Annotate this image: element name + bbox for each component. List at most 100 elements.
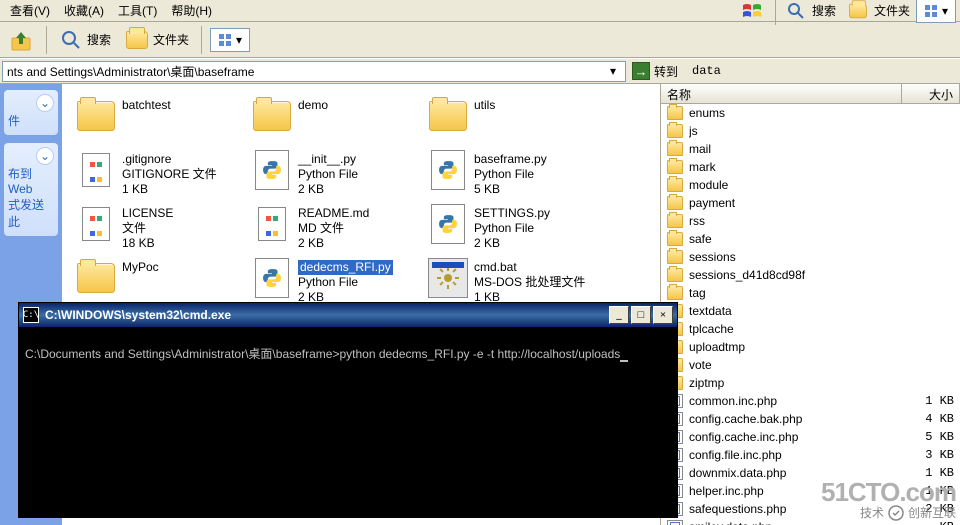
- folders-label: 文件夹: [153, 31, 189, 48]
- task-send: 式发送此: [8, 196, 54, 230]
- go-button[interactable]: → 转到: [632, 62, 678, 80]
- item-name: enums: [689, 106, 896, 120]
- right-view-selector[interactable]: ▾: [916, 0, 956, 23]
- py-icon: [428, 204, 468, 244]
- list-item[interactable]: module: [661, 176, 960, 194]
- folders-icon: [846, 0, 870, 23]
- py-icon: [252, 150, 292, 190]
- menu-tools[interactable]: 工具(T): [112, 0, 163, 21]
- right-folders-button[interactable]: 文件夹: [842, 0, 914, 25]
- file-meta: LICENSE文件18 KB: [122, 204, 173, 251]
- minimize-button[interactable]: _: [609, 306, 629, 324]
- cmd-cursor: [620, 360, 628, 362]
- md-icon: [252, 204, 292, 244]
- file-meta: SETTINGS.pyPython File2 KB: [474, 204, 550, 251]
- file-item[interactable]: SETTINGS.pyPython File2 KB: [424, 202, 600, 256]
- item-name: js: [689, 124, 896, 138]
- folder-icon: [76, 96, 116, 136]
- list-item[interactable]: config.cache.bak.php4 KB: [661, 410, 960, 428]
- watermark-icon: [888, 505, 904, 521]
- folder-up-icon: [10, 28, 34, 52]
- right-file-list[interactable]: enums js mail mark module payment rss safe sessi…: [661, 104, 960, 525]
- file-meta: .gitignoreGITIGNORE 文件1 KB: [122, 150, 217, 197]
- collapse-icon[interactable]: ⌄: [36, 94, 54, 112]
- file-item[interactable]: demo: [248, 94, 424, 148]
- file-item[interactable]: batchtest: [72, 94, 248, 148]
- list-item[interactable]: payment: [661, 194, 960, 212]
- item-size: 4 KB: [902, 412, 954, 426]
- item-name: common.inc.php: [689, 394, 896, 408]
- close-button[interactable]: ×: [653, 306, 673, 324]
- maximize-button[interactable]: □: [631, 306, 651, 324]
- list-item[interactable]: safe: [661, 230, 960, 248]
- cmd-line: C:\Documents and Settings\Administrator\…: [25, 347, 620, 361]
- file-item[interactable]: README.mdMD 文件2 KB: [248, 202, 424, 256]
- item-name: rss: [689, 214, 896, 228]
- file-meta: baseframe.pyPython File5 KB: [474, 150, 547, 197]
- list-item[interactable]: js: [661, 122, 960, 140]
- up-button[interactable]: [6, 26, 38, 54]
- item-name: safe: [689, 232, 896, 246]
- item-name: sessions_d41d8cd98f: [689, 268, 896, 282]
- cmd-window[interactable]: C:\ C:\WINDOWS\system32\cmd.exe _ □ × C:…: [18, 302, 678, 518]
- task-box-1[interactable]: ⌄ 件: [4, 90, 58, 135]
- bat-icon: [428, 258, 468, 298]
- right-folders-label: 文件夹: [874, 2, 910, 19]
- list-item[interactable]: rss: [661, 212, 960, 230]
- item-name: mail: [689, 142, 896, 156]
- file-item[interactable]: __init__.pyPython File2 KB: [248, 148, 424, 202]
- list-item[interactable]: sessions: [661, 248, 960, 266]
- chevron-down-icon: ▾: [236, 33, 242, 47]
- list-item[interactable]: uploadtmp: [661, 338, 960, 356]
- col-name[interactable]: 名称: [661, 84, 902, 103]
- list-item[interactable]: tplcache: [661, 320, 960, 338]
- list-item[interactable]: mark: [661, 158, 960, 176]
- file-meta: dedecms_RFI.pyPython File2 KB: [298, 258, 393, 305]
- item-name: payment: [689, 196, 896, 210]
- file-item[interactable]: baseframe.pyPython File5 KB: [424, 148, 600, 202]
- view-selector[interactable]: ▾: [210, 28, 250, 52]
- file-item[interactable]: .gitignoreGITIGNORE 文件1 KB: [72, 148, 248, 202]
- address-dropdown-icon[interactable]: ▾: [605, 64, 621, 78]
- list-item[interactable]: mail: [661, 140, 960, 158]
- task-box-2[interactable]: ⌄ 布到 Web 式发送此: [4, 143, 58, 236]
- file-meta: README.mdMD 文件2 KB: [298, 204, 369, 251]
- file-meta: demo: [298, 96, 328, 113]
- folder-icon: [252, 96, 292, 136]
- file-meta: batchtest: [122, 96, 171, 113]
- gitignore-icon: [76, 150, 116, 190]
- list-item[interactable]: config.cache.inc.php5 KB: [661, 428, 960, 446]
- menu-favorites[interactable]: 收藏(A): [58, 0, 110, 21]
- folders-button[interactable]: 文件夹: [121, 26, 193, 54]
- search-icon: [784, 0, 808, 23]
- menu-help[interactable]: 帮助(H): [165, 0, 218, 21]
- py-icon: [428, 150, 468, 190]
- right-search-button[interactable]: 搜索: [780, 0, 840, 25]
- address-input[interactable]: nts and Settings\Administrator\桌面\basefr…: [2, 61, 626, 82]
- right-explorer-panel: 名称 大小 enums js mail mark module payment rss saf…: [660, 84, 960, 525]
- cmd-body[interactable]: C:\Documents and Settings\Administrator\…: [19, 327, 677, 368]
- file-item[interactable]: utils: [424, 94, 600, 148]
- search-button[interactable]: 搜索: [55, 26, 115, 54]
- list-item[interactable]: sessions_d41d8cd98f: [661, 266, 960, 284]
- col-size[interactable]: 大小: [902, 84, 960, 103]
- file-item[interactable]: LICENSE文件18 KB: [72, 202, 248, 256]
- list-item[interactable]: textdata: [661, 302, 960, 320]
- cmd-titlebar[interactable]: C:\ C:\WINDOWS\system32\cmd.exe _ □ ×: [19, 303, 677, 327]
- menu-view[interactable]: 查看(V): [4, 0, 56, 21]
- list-item[interactable]: common.inc.php1 KB: [661, 392, 960, 410]
- collapse-icon[interactable]: ⌄: [36, 147, 54, 165]
- item-name: tplcache: [689, 322, 896, 336]
- search-icon: [59, 28, 83, 52]
- list-item[interactable]: tag: [661, 284, 960, 302]
- list-item[interactable]: config.file.inc.php3 KB: [661, 446, 960, 464]
- address-text: nts and Settings\Administrator\桌面\basefr…: [7, 63, 605, 80]
- cmd-title-text: C:\WINDOWS\system32\cmd.exe: [45, 308, 603, 322]
- item-name: module: [689, 178, 896, 192]
- file-meta: __init__.pyPython File2 KB: [298, 150, 358, 197]
- list-item[interactable]: vote: [661, 356, 960, 374]
- item-name: vote: [689, 358, 896, 372]
- list-item[interactable]: ziptmp: [661, 374, 960, 392]
- list-item[interactable]: enums: [661, 104, 960, 122]
- go-arrow-icon: →: [632, 62, 650, 80]
